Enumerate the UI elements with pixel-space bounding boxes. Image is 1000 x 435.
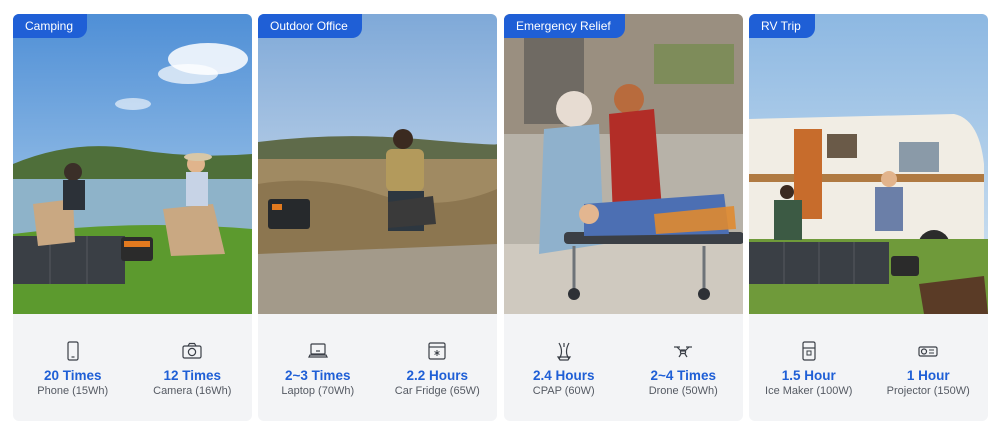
stat-label: Laptop (70Wh) (281, 385, 355, 397)
camping-photo: Camping (13, 14, 252, 314)
scenario-grid: Camping 20 Times Phone (15Wh) 12 Times C… (0, 0, 1000, 435)
scenario-card-rv-trip: RV Trip 1.5 Hour Ice Maker (100W) 1 Hour… (749, 14, 988, 421)
stat-label: Car Fridge (65W) (394, 385, 480, 397)
cpap-icon (553, 340, 575, 362)
ice-maker-icon (798, 340, 820, 362)
stat-value: 1.5 Hour (781, 368, 836, 383)
laptop-icon (307, 340, 329, 362)
scenario-tag: RV Trip (749, 14, 815, 38)
stat-value: 1 Hour (906, 368, 950, 383)
stats-row: 1.5 Hour Ice Maker (100W) 1 Hour Project… (749, 314, 988, 421)
scenario-tag: Camping (13, 14, 88, 38)
stat-value: 2.2 Hours (406, 368, 469, 383)
stat-label: Ice Maker (100W) (765, 385, 853, 397)
stat-value: 2.4 Hours (532, 368, 595, 383)
projector-icon (917, 340, 939, 362)
camera-icon (181, 340, 203, 362)
scenario-card-outdoor-office: Outdoor Office 2~3 Times Laptop (70Wh) 2… (258, 14, 497, 421)
stat-phone: 20 Times Phone (15Wh) (13, 314, 133, 421)
stat-projector: 1 Hour Projector (150W) (869, 314, 989, 421)
stats-row: 2.4 Hours CPAP (60W) 2~4 Times Drone (50… (504, 314, 743, 421)
scenario-card-camping: Camping 20 Times Phone (15Wh) 12 Times C… (13, 14, 252, 421)
drone-icon (672, 340, 694, 362)
stat-label: Camera (16Wh) (153, 385, 232, 397)
stat-drone: 2~4 Times Drone (50Wh) (624, 314, 744, 421)
stat-value: 2~4 Times (650, 368, 716, 383)
stat-label: Phone (15Wh) (37, 385, 109, 397)
stat-ice-maker: 1.5 Hour Ice Maker (100W) (749, 314, 869, 421)
emergency-relief-photo: Emergency Relief (504, 14, 743, 314)
scenario-tag: Outdoor Office (258, 14, 362, 38)
phone-icon (62, 340, 84, 362)
stat-label: Projector (150W) (886, 385, 970, 397)
stat-laptop: 2~3 Times Laptop (70Wh) (258, 314, 378, 421)
stat-label: CPAP (60W) (532, 385, 595, 397)
stat-value: 20 Times (43, 368, 102, 383)
scenario-tag: Emergency Relief (504, 14, 625, 38)
stat-camera: 12 Times Camera (16Wh) (133, 314, 253, 421)
rv-trip-photo: RV Trip (749, 14, 988, 314)
stat-label: Drone (50Wh) (648, 385, 718, 397)
stat-cpap: 2.4 Hours CPAP (60W) (504, 314, 624, 421)
stat-value: 2~3 Times (285, 368, 351, 383)
car-fridge-icon (426, 340, 448, 362)
outdoor-office-photo: Outdoor Office (258, 14, 497, 314)
stat-value: 12 Times (163, 368, 222, 383)
stat-car-fridge: 2.2 Hours Car Fridge (65W) (378, 314, 498, 421)
scenario-card-emergency-relief: Emergency Relief 2.4 Hours CPAP (60W) 2~… (504, 14, 743, 421)
stats-row: 2~3 Times Laptop (70Wh) 2.2 Hours Car Fr… (258, 314, 497, 421)
stats-row: 20 Times Phone (15Wh) 12 Times Camera (1… (13, 314, 252, 421)
